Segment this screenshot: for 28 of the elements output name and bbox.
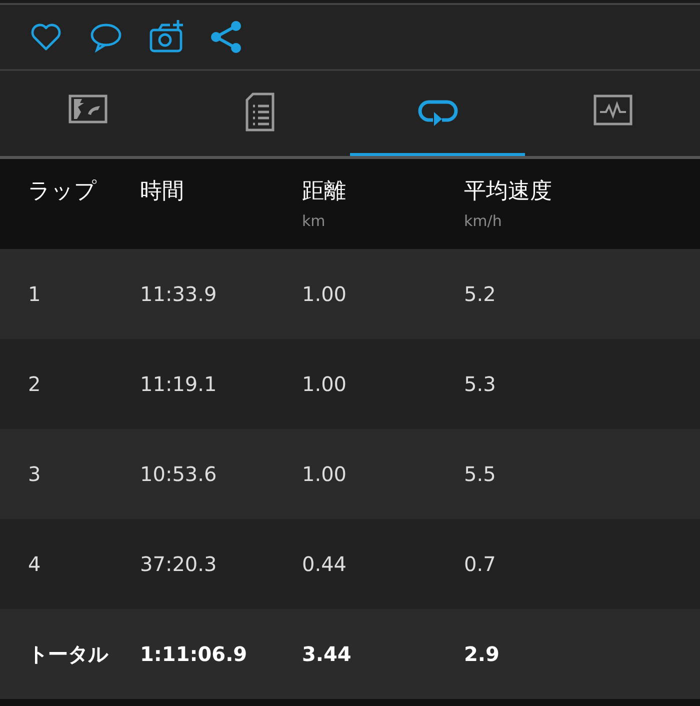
table-cell: 1.00 [302,282,347,306]
column-header: 平均速度 [464,178,552,206]
table-cell: 5.5 [464,462,496,486]
table-cell: 11:19.1 [140,372,217,396]
table-cell: 0.7 [464,552,496,576]
table-cell: 10:53.6 [140,462,217,486]
column-header: ラップ [28,178,97,206]
table-cell: 2.9 [464,642,500,666]
table-cell: 2 [28,372,41,396]
table-cell: 4 [28,552,41,576]
table-cell: 3.44 [302,642,352,666]
unit-label: km/h [464,211,502,232]
share-icon[interactable] [208,19,244,55]
table-cell: 37:20.3 [140,552,217,576]
unit-label: km [302,211,326,232]
table-cell: 1.00 [302,372,347,396]
table-cell: 1.00 [302,462,347,486]
table-cell: 11:33.9 [140,282,217,306]
table-cell: 1:11:06.9 [140,642,248,666]
table-cell: 3 [28,462,41,486]
table-cell: 5.2 [464,282,496,306]
table-cell: 5.3 [464,372,496,396]
add-photo-icon[interactable] [148,19,184,55]
column-header: 距離 [302,178,346,206]
table-cell: 1 [28,282,41,306]
column-header: 時間 [140,178,184,206]
table-cell: トータル [28,642,108,666]
table-cell: 0.44 [302,552,347,576]
